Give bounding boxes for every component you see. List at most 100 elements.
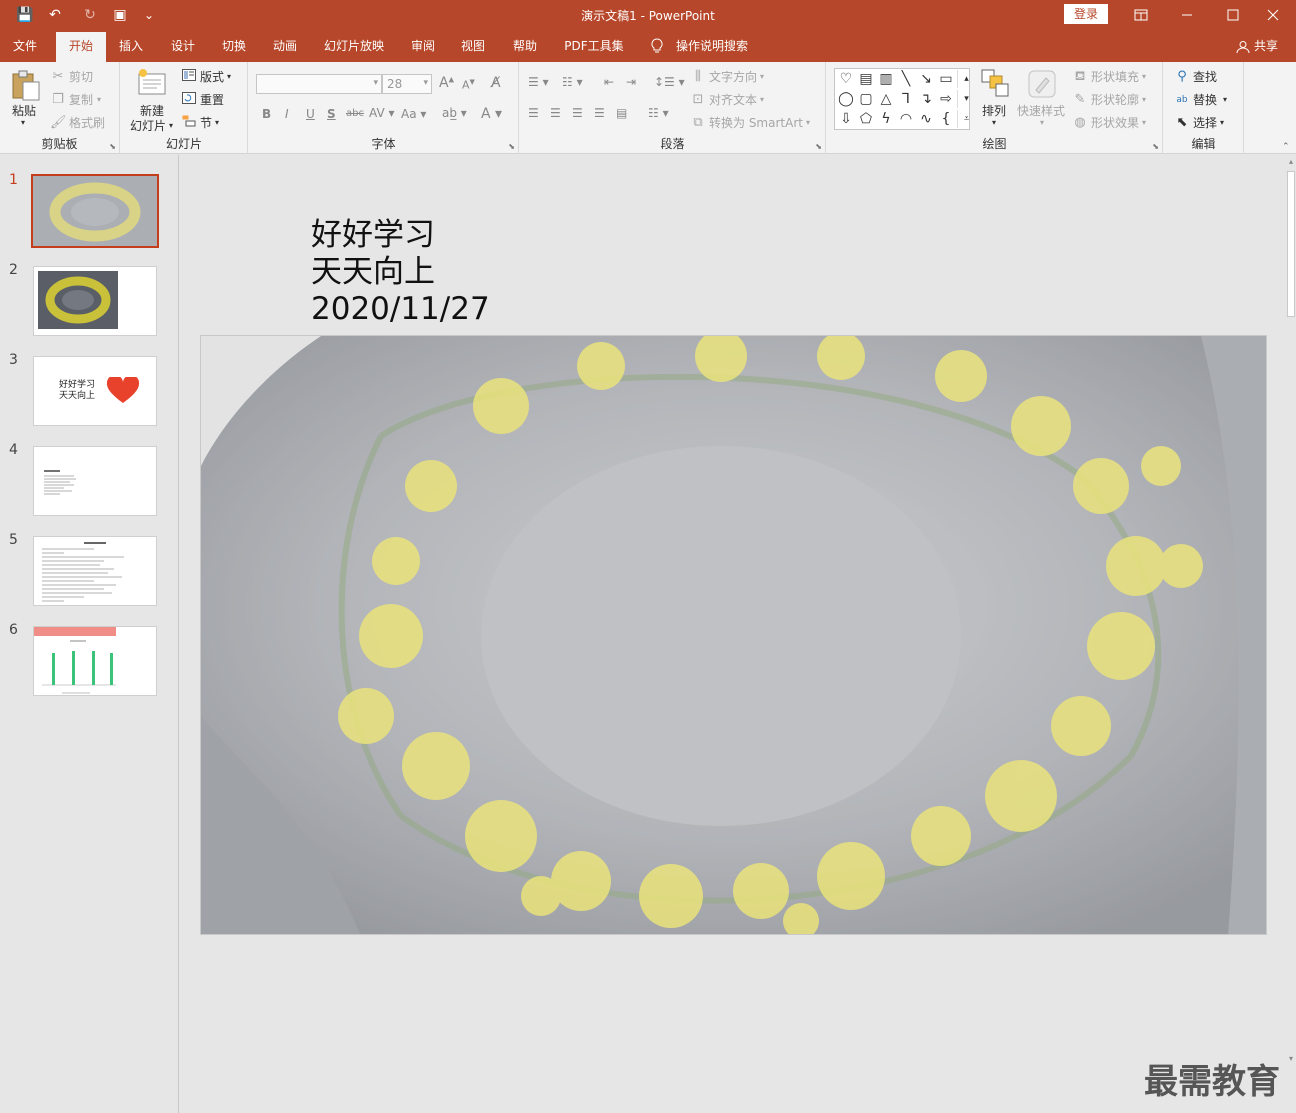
align-right-icon[interactable]: ☰ [572, 106, 583, 120]
replace-button[interactable]: ab 替换 ▾ [1174, 91, 1227, 108]
font-name-combo[interactable]: ▾ [256, 74, 382, 94]
format-painter-button[interactable]: 🖌 格式刷 [50, 114, 105, 131]
scrollbar-thumb[interactable] [1287, 171, 1295, 317]
tab-review[interactable]: 审阅 [402, 30, 444, 62]
tab-file[interactable]: 文件 [4, 30, 46, 62]
tab-slideshow[interactable]: 幻灯片放映 [316, 30, 392, 62]
minimize-icon[interactable] [1164, 0, 1210, 30]
oval-shape-icon[interactable]: ◯ [837, 90, 855, 108]
highlight-icon[interactable]: ab̲ ▾ [442, 106, 467, 120]
align-center-icon[interactable]: ☰ [550, 106, 561, 120]
tab-home[interactable]: 开始 [56, 32, 106, 62]
character-spacing-icon[interactable]: AV ▾ [369, 106, 395, 120]
brace-shape-icon[interactable]: { [937, 110, 955, 128]
scroll-down-icon[interactable]: ▾ [1286, 1054, 1296, 1063]
paste-icon[interactable] [10, 68, 42, 101]
gallery-more-icon[interactable]: ⩡ [957, 110, 975, 128]
shape-effects-button[interactable]: ◍ 形状效果 ▾ [1072, 114, 1146, 131]
arrange-dropdown-icon[interactable]: ▾ [992, 118, 996, 127]
lightbulb-icon[interactable] [648, 30, 666, 62]
tab-transitions[interactable]: 切换 [213, 30, 255, 62]
decrease-font-icon[interactable]: A▼ [462, 78, 475, 92]
bold-icon[interactable]: B [262, 107, 271, 121]
curve-shape-icon[interactable]: ϟ [877, 110, 895, 128]
select-button[interactable]: ⬉ 选择 ▾ [1174, 114, 1224, 131]
arrange-icon[interactable] [980, 68, 1012, 100]
numbering-icon[interactable]: ☷ ▾ [562, 75, 583, 89]
increase-indent-icon[interactable]: ⇥ [626, 75, 636, 89]
italic-icon[interactable]: I [285, 107, 289, 121]
rectangle-shape-icon[interactable]: ▭ [937, 70, 955, 88]
paragraph-launcher-icon[interactable]: ⬊ [815, 142, 822, 151]
arc-shape-icon[interactable]: ◠ [897, 110, 915, 128]
clear-formatting-icon[interactable]: A̸ [491, 75, 501, 91]
bullets-icon[interactable]: ☰ ▾ [528, 75, 549, 89]
paste-button[interactable]: 粘贴 [12, 102, 36, 119]
text-direction-button[interactable]: ⫼ 文字方向 ▾ [690, 68, 764, 85]
wave-shape-icon[interactable]: ∿ [917, 110, 935, 128]
gallery-down-icon[interactable]: ▾ [957, 90, 975, 108]
shape-fill-button[interactable]: ⛾ 形状填充 ▾ [1072, 68, 1146, 85]
slide-thumbnail-4[interactable] [33, 446, 157, 516]
quick-styles-dropdown-icon[interactable]: ▾ [1040, 118, 1044, 127]
elbow-arrow-shape-icon[interactable]: ↴ [917, 90, 935, 108]
copy-button[interactable]: ❐ 复制 ▾ [50, 91, 101, 108]
login-button[interactable]: 登录 [1064, 4, 1108, 24]
textbox-shape-icon[interactable]: ▤ [857, 70, 875, 88]
quick-styles-button[interactable]: 快速样式 [1017, 102, 1065, 119]
quick-styles-icon[interactable] [1026, 68, 1058, 100]
slide-thumbnail-2[interactable] [33, 266, 157, 336]
align-left-icon[interactable]: ☰ [528, 106, 539, 120]
share-button[interactable]: 共享 [1236, 30, 1278, 62]
elbow-connector-shape-icon[interactable]: ⅂ [897, 90, 915, 108]
new-slide-icon[interactable] [137, 68, 169, 100]
find-button[interactable]: ⚲ 查找 [1174, 68, 1217, 85]
section-button[interactable]: 节 ▾ [181, 114, 219, 131]
gallery-up-icon[interactable]: ▴ [957, 70, 975, 88]
align-text-button[interactable]: ⊡ 对齐文本 ▾ [690, 91, 764, 108]
paste-dropdown-icon[interactable]: ▾ [21, 118, 25, 127]
slide-thumbnail-1[interactable] [31, 174, 159, 248]
strikethrough-icon[interactable]: abc [346, 108, 364, 119]
scroll-up-icon[interactable]: ▴ [1286, 157, 1296, 166]
arrow-line-shape-icon[interactable]: ↘ [917, 70, 935, 88]
down-arrow-shape-icon[interactable]: ⇩ [837, 110, 855, 128]
heart-shape-icon[interactable]: ♡ [837, 70, 855, 88]
vertical-textbox-shape-icon[interactable]: ▥ [877, 70, 895, 88]
slide-thumbnail-3[interactable]: 好好学习 天天向上 [33, 356, 157, 426]
right-arrow-shape-icon[interactable]: ⇨ [937, 90, 955, 108]
collapse-ribbon-icon[interactable]: ⌃ [1282, 142, 1290, 152]
justify-icon[interactable]: ☰ [594, 106, 605, 120]
font-launcher-icon[interactable]: ⬊ [508, 142, 515, 151]
distributed-icon[interactable]: ▤ [616, 106, 627, 120]
tell-me-search[interactable]: 操作说明搜索 [670, 30, 754, 62]
triangle-shape-icon[interactable]: △ [877, 90, 895, 108]
arrange-button[interactable]: 排列 [982, 102, 1006, 119]
tab-view[interactable]: 视图 [452, 30, 494, 62]
clipboard-launcher-icon[interactable]: ⬊ [109, 142, 116, 151]
tab-pdf-tools[interactable]: PDF工具集 [556, 30, 632, 62]
flowchart-shape-icon[interactable]: ⬠ [857, 110, 875, 128]
increase-font-icon[interactable]: A▲ [439, 75, 454, 91]
slide-thumbnails-panel[interactable]: 1 2 3 好好学习 天天向上 4 5 6 [0, 155, 179, 1113]
slide-flower-wreath-image[interactable] [200, 335, 1267, 935]
layout-button[interactable]: 版式 ▾ [181, 68, 231, 85]
slide-title-text[interactable]: 好好学习 天天向上 2020/11/27 [311, 217, 490, 328]
slide-thumbnail-6[interactable] [33, 626, 157, 696]
cut-button[interactable]: ✂ 剪切 [50, 68, 93, 85]
tab-insert[interactable]: 插入 [110, 30, 152, 62]
tab-help[interactable]: 帮助 [504, 30, 546, 62]
tab-animations[interactable]: 动画 [264, 30, 306, 62]
rounded-rect-shape-icon[interactable]: ▢ [857, 90, 875, 108]
change-case-icon[interactable]: Aa ▾ [401, 107, 426, 121]
vertical-scrollbar[interactable]: ▴ ▾ [1286, 157, 1296, 1113]
line-spacing-icon[interactable]: ↕☰ ▾ [654, 75, 685, 89]
slide-thumbnail-5[interactable] [33, 536, 157, 606]
reset-button[interactable]: 重置 [181, 91, 224, 108]
close-icon[interactable] [1250, 0, 1296, 30]
drawing-launcher-icon[interactable]: ⬊ [1152, 142, 1159, 151]
tab-design[interactable]: 设计 [162, 30, 204, 62]
underline-icon[interactable]: U [306, 107, 315, 121]
shadow-icon[interactable]: S [327, 107, 336, 121]
new-slide-dropdown[interactable]: 幻灯片 ▾ [130, 117, 173, 134]
